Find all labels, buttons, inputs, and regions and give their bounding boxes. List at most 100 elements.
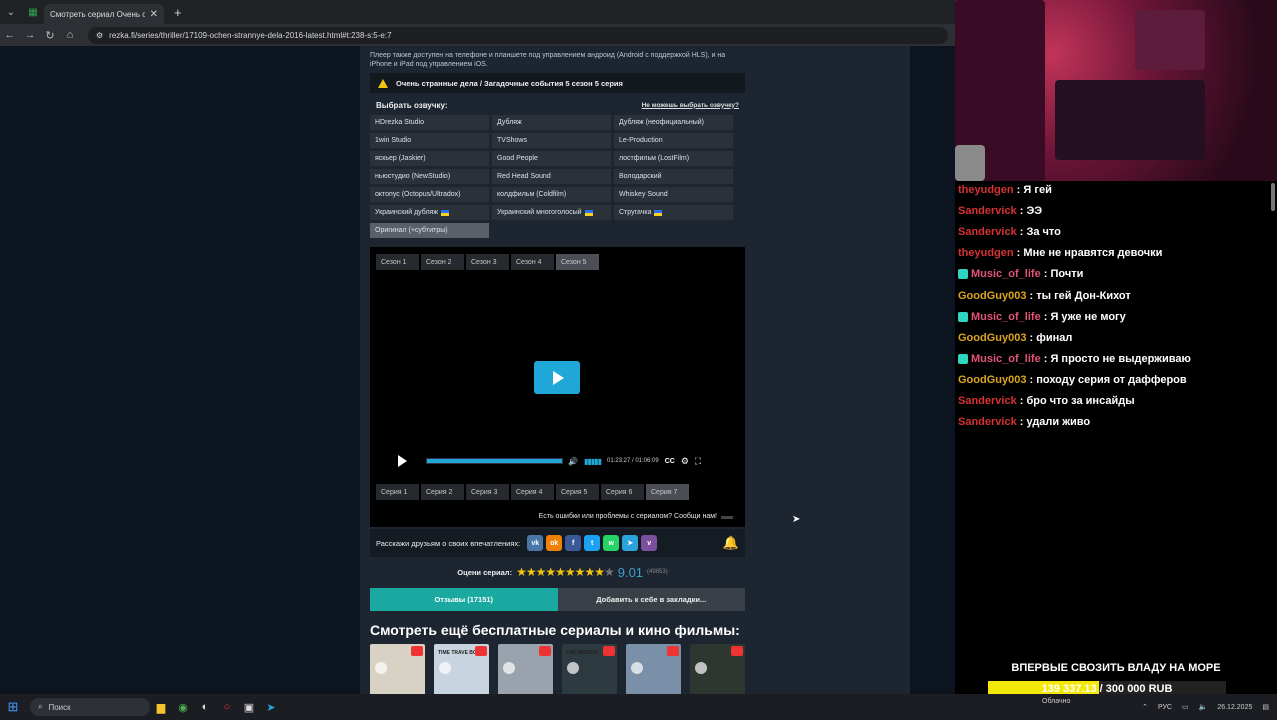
video-player[interactable]: Сезон 1 Сезон 2 Сезон 3 Сезон 4 Сезон 5 🔊 ▮▮… (370, 247, 745, 527)
chat-username[interactable]: GoodGuy003 (958, 374, 1026, 386)
chrome-icon[interactable]: ◉ (172, 696, 194, 718)
star-icon[interactable]: ★ (555, 565, 566, 579)
report-link[interactable]: Есть ошибки или проблемы с сериалом? Соо… (539, 513, 717, 520)
rating-stars[interactable]: ★★★★★★★★★★ (516, 565, 615, 579)
chat-scrollbar[interactable] (1271, 183, 1275, 211)
lang-indicator[interactable]: РУС (1158, 704, 1172, 711)
bookmark-tab[interactable]: Добавить к себе в закладки... (557, 588, 745, 611)
voice-option[interactable]: лостфильм (LostFilm) (614, 151, 733, 166)
browser-tab[interactable]: Смотреть сериал Очень стран ✕ (44, 4, 164, 24)
star-icon[interactable]: ★ (536, 565, 547, 579)
notification-icon[interactable]: ▤ (1262, 703, 1269, 711)
voice-option[interactable]: TVShows (492, 133, 611, 148)
chat-username[interactable]: Sandervick (958, 416, 1017, 428)
close-icon[interactable]: ✕ (150, 9, 158, 20)
chat-username[interactable]: GoodGuy003 (958, 290, 1026, 302)
voice-option[interactable]: Le-Production (614, 133, 733, 148)
voice-option[interactable]: Дубляж (492, 115, 611, 130)
reviews-tab[interactable]: Отзывы (17151) (370, 588, 558, 611)
progress-bar[interactable] (426, 458, 563, 464)
subtitles-button[interactable]: CC (665, 458, 675, 465)
telegram-icon[interactable]: ➤ (260, 696, 282, 718)
star-icon[interactable]: ★ (604, 565, 615, 579)
tab-season[interactable]: Сезон 5 (556, 254, 599, 270)
voice-option[interactable]: Дубляж (неофициальный) (614, 115, 733, 130)
opera-icon[interactable]: ○ (216, 696, 238, 718)
thumbnail-card[interactable]: TIME TRAVE BONG (434, 644, 489, 694)
thumbnail-card[interactable] (626, 644, 681, 694)
viber-icon[interactable]: v (641, 535, 658, 551)
star-icon[interactable]: ★ (516, 565, 527, 579)
voice-option[interactable]: Whiskey Sound (614, 187, 733, 202)
voice-option[interactable]: колдфильм (Coldfilm) (492, 187, 611, 202)
chevron-up-icon[interactable]: ⌃ (1142, 703, 1148, 711)
chat-username[interactable]: Sandervick (958, 395, 1017, 407)
voice-option[interactable]: Стругачка (614, 205, 733, 220)
voice-option[interactable]: 1win Studio (370, 133, 489, 148)
voice-option[interactable]: Red Head Sound (492, 169, 611, 184)
voice-option[interactable]: ньюстудио (NewStudio) (370, 169, 489, 184)
control-play-icon[interactable] (398, 455, 407, 467)
tab-season[interactable]: Сезон 2 (421, 254, 464, 270)
ok-icon[interactable]: ok (546, 535, 563, 551)
volume-tray-icon[interactable]: 🔈 (1199, 703, 1208, 711)
forward-icon[interactable]: → (20, 29, 40, 41)
voice-option[interactable]: Good People (492, 151, 611, 166)
thumbnail-card[interactable]: THE MISSING (562, 644, 617, 694)
tab-episode[interactable]: Серия 2 (421, 484, 464, 500)
new-tab-icon[interactable]: + (174, 5, 182, 20)
star-icon[interactable]: ★ (565, 565, 576, 579)
star-icon[interactable]: ★ (545, 565, 556, 579)
facebook-icon[interactable]: f (565, 535, 582, 551)
voice-option[interactable]: Украинский многоголосый (492, 205, 611, 220)
voice-option[interactable]: Оригинал (+субтитры) (370, 223, 489, 238)
telegram-icon[interactable]: ➤ (622, 535, 639, 551)
gear-icon[interactable]: ⚙ (681, 456, 689, 467)
windows-start-icon[interactable]: ⊞ (0, 694, 26, 720)
thumbnail-card[interactable] (690, 644, 745, 694)
thumbnail-card[interactable] (370, 644, 425, 694)
tab-season[interactable]: Сезон 3 (466, 254, 509, 270)
voice-option[interactable]: HDrezka Studio (370, 115, 489, 130)
voice-option[interactable]: Володарский (614, 169, 733, 184)
voice-option[interactable]: октопус (Octopus/Ultradox) (370, 187, 489, 202)
sheets-tab-icon[interactable]: ▦ (22, 0, 44, 24)
bell-icon[interactable]: 🔔 (723, 535, 739, 551)
star-icon[interactable]: ★ (584, 565, 595, 579)
chat-username[interactable]: Music_of_life (971, 353, 1041, 365)
chat-username[interactable]: Sandervick (958, 226, 1017, 238)
explorer-icon[interactable]: ▆ (150, 696, 172, 718)
chat-username[interactable]: Music_of_life (971, 268, 1041, 280)
tab-list-icon[interactable]: ⌄ (0, 0, 22, 24)
chat-username[interactable]: Music_of_life (971, 311, 1041, 323)
tab-episode[interactable]: Серия 4 (511, 484, 554, 500)
tab-episode[interactable]: Серия 6 (601, 484, 644, 500)
play-button[interactable] (534, 361, 580, 394)
voice-option[interactable]: яскьер (Jaskier) (370, 151, 489, 166)
chat-username[interactable]: GoodGuy003 (958, 332, 1026, 344)
thumbnail-card[interactable] (498, 644, 553, 694)
star-icon[interactable]: ★ (575, 565, 586, 579)
tab-episode[interactable]: Серия 3 (466, 484, 509, 500)
home-icon[interactable]: ⌂ (60, 29, 80, 41)
star-icon[interactable]: ★ (526, 565, 537, 579)
whatsapp-icon[interactable]: w (603, 535, 620, 551)
tab-season[interactable]: Сезон 4 (511, 254, 554, 270)
volume-icon[interactable]: 🔊 (568, 457, 578, 466)
tab-episode[interactable]: Серия 5 (556, 484, 599, 500)
chat-username[interactable]: theyudgen (958, 247, 1014, 259)
volume-slider[interactable]: ▮▮▮▮▮ (584, 457, 602, 466)
reload-icon[interactable]: ↻ (40, 29, 60, 42)
network-icon[interactable]: ▭ (1182, 703, 1189, 711)
chat-username[interactable]: Sandervick (958, 205, 1017, 217)
site-info-icon[interactable]: ⚙ (96, 31, 103, 40)
tab-season[interactable]: Сезон 1 (376, 254, 419, 270)
obs-icon[interactable]: ▣ (238, 696, 260, 718)
vk-icon[interactable]: vk (527, 535, 544, 551)
tab-episode[interactable]: Серия 7 (646, 484, 689, 500)
app-icon[interactable]: ◐ (194, 696, 216, 718)
twitter-icon[interactable]: t (584, 535, 601, 551)
taskbar-search[interactable]: ⌕ Поиск (30, 698, 150, 716)
fullscreen-icon[interactable]: ⛶ (695, 456, 701, 467)
back-icon[interactable]: ← (0, 29, 20, 41)
